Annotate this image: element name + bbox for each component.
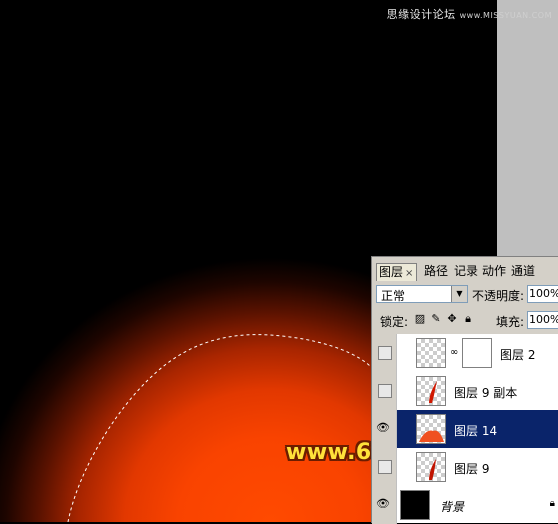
layer-row[interactable]: 图层 9 副本 [372,372,558,411]
panel-tabs: 图层 × 路径 记录 动作 通道 [372,261,558,281]
layer-mask-thumbnail[interactable] [462,338,492,368]
visibility-toggle[interactable] [372,334,397,372]
link-icon[interactable]: ∞ [450,347,458,358]
layer-row[interactable]: 👁︎ 图层 14 [372,410,558,449]
layer-thumbnail [416,414,446,444]
visibility-toggle[interactable] [372,372,397,410]
tab-layers-label: 图层 [379,265,404,279]
eye-icon: 👁︎ [376,421,390,434]
chevron-down-icon[interactable]: ▼ [451,286,467,302]
opacity-label: 不透明度: [472,289,525,303]
blend-mode-value: 正常 [381,289,406,303]
lock-transparency-icon[interactable]: ▨ [414,313,426,325]
blend-row: 正常 ▼ 不透明度: 100% [372,283,558,305]
visibility-toggle[interactable] [372,448,397,486]
layer-name: 背景 [440,500,465,514]
fill-input[interactable]: 100% [527,311,558,329]
tab-actions[interactable]: 动作 [480,263,508,280]
layer-thumbnail [400,490,430,520]
layers-panel: 图层 × 路径 记录 动作 通道 正常 ▼ 不透明度: 100% 锁定: ▨ ✎ … [371,256,558,524]
lock-label: 锁定: [380,315,409,329]
layer-name: 图层 9 [454,462,490,476]
tab-channels[interactable]: 通道 [509,263,537,280]
opacity-input[interactable]: 100% [527,285,558,303]
lock-icon: 🔒︎ [549,498,555,509]
tab-paths[interactable]: 路径 [422,263,450,280]
layer-name: 图层 14 [454,424,498,438]
layer-thumbnail [416,338,446,368]
canvas-background-area [497,0,558,260]
layer-row[interactable]: 👁︎ 背景 🔒︎ [372,486,558,524]
visibility-toggle[interactable]: 👁︎ [372,486,397,524]
lock-row: 锁定: ▨ ✎ ✥ 🔒︎ 填充: 100% [372,309,558,331]
layer-thumbnail [416,452,446,482]
tab-layers[interactable]: 图层 × [376,263,418,281]
lock-all-icon[interactable]: 🔒︎ [462,313,474,325]
close-icon[interactable]: × [405,268,413,279]
fill-label: 填充: [496,315,525,329]
layers-list: ∞ 图层 2 图层 9 副本 👁︎ 图层 14 图层 9 👁︎ 背景 🔒︎ [372,334,558,524]
layer-name: 图层 9 副本 [454,386,518,400]
lock-brush-icon[interactable]: ✎ [430,313,442,325]
blend-mode-select[interactable]: 正常 ▼ [376,285,468,303]
layer-row[interactable]: 图层 9 [372,448,558,487]
visibility-toggle[interactable]: 👁︎ [372,410,397,448]
tab-history[interactable]: 记录 [452,263,480,280]
layer-row[interactable]: ∞ 图层 2 [372,334,558,373]
layer-name: 图层 2 [500,348,536,362]
eye-icon: 👁︎ [376,497,390,510]
lock-move-icon[interactable]: ✥ [446,313,458,325]
layer-thumbnail [416,376,446,406]
